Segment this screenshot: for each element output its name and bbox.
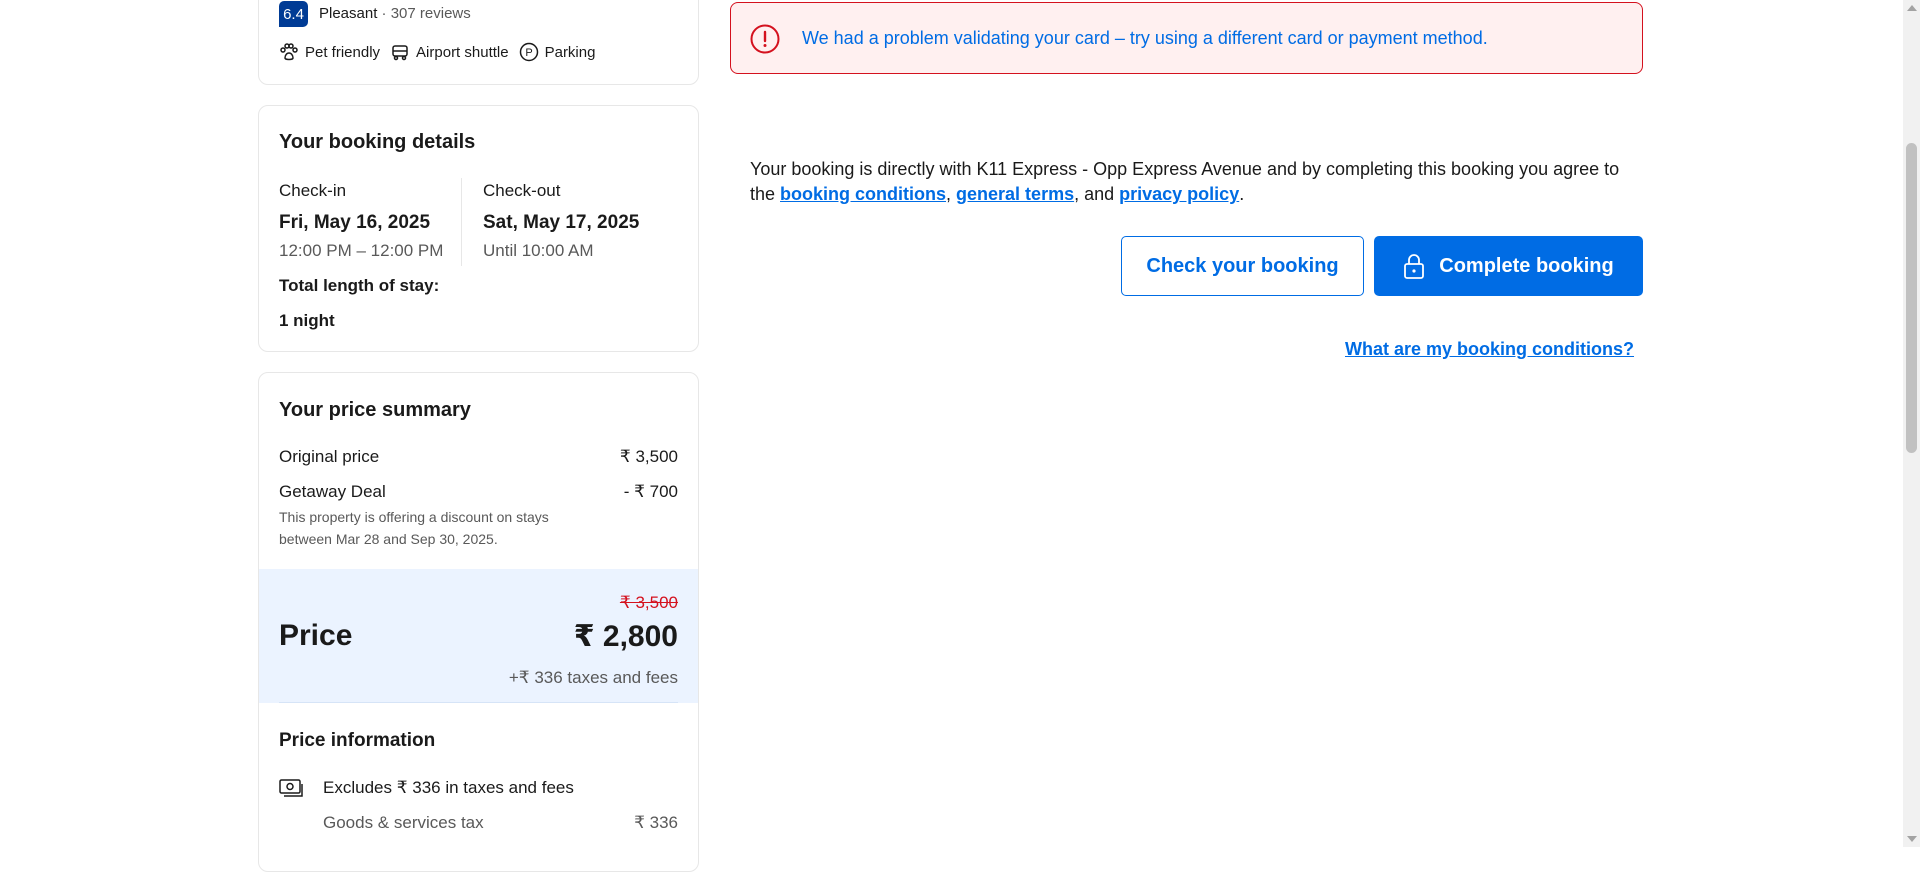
svg-text:P: P: [525, 47, 532, 59]
getaway-deal-note: This property is offering a discount on …: [279, 509, 549, 547]
checkin-time: 12:00 PM – 12:00 PM: [279, 241, 444, 260]
price-summary-card: Your price summary Original price ₹ 3,50…: [258, 372, 699, 872]
booking-details-card: Your booking details Check-in Fri, May 1…: [258, 105, 699, 352]
lock-icon: [1403, 252, 1425, 280]
rating-word: Pleasant: [319, 5, 378, 22]
gst-label: Goods & services tax: [323, 813, 484, 832]
checkin-checkout-divider: [461, 178, 462, 266]
check-your-booking-button[interactable]: Check your booking: [1121, 236, 1364, 296]
paw-icon: [279, 43, 299, 61]
original-price-value: ₹ 3,500: [619, 447, 678, 466]
stay-length-value: 1 night: [279, 311, 335, 330]
original-price-label: Original price: [279, 447, 380, 466]
booking-details-title: Your booking details: [279, 131, 476, 153]
price-label: Price: [279, 619, 353, 652]
money-icon: [279, 778, 305, 798]
facility-airport-shuttle: Airport shuttle: [416, 43, 509, 61]
price-summary-title: Your price summary: [279, 399, 471, 421]
taxes-and-fees: +₹ 336 taxes and fees: [508, 668, 678, 687]
privacy-policy-link[interactable]: privacy policy: [1119, 184, 1239, 204]
general-terms-link[interactable]: general terms: [956, 184, 1074, 204]
final-price: ₹ 2,800: [573, 620, 678, 653]
price-panel-divider: [279, 702, 678, 703]
scrollbar-thumb[interactable]: [1906, 143, 1917, 453]
check-your-booking-label: Check your booking: [1146, 254, 1339, 277]
scroll-up-arrow[interactable]: [1907, 5, 1917, 11]
complete-booking-button[interactable]: Complete booking: [1374, 236, 1643, 296]
price-information-title: Price information: [279, 730, 436, 751]
error-banner: We had a problem validating your card – …: [730, 2, 1643, 74]
getaway-deal-label: Getaway Deal: [279, 482, 386, 501]
price-total-panel: ₹ 3,500 Price ₹ 2,800 +₹ 336 taxes and f…: [259, 569, 698, 703]
booking-conditions-question-link[interactable]: What are my booking conditions?: [1345, 339, 1634, 360]
agreement-line-2: the booking conditions, general terms, a…: [750, 184, 1245, 204]
checkin-date: Fri, May 16, 2025: [279, 212, 431, 233]
facility-parking: Parking: [544, 43, 596, 61]
complete-booking-label: Complete booking: [1439, 254, 1614, 277]
review-count: 307 reviews: [390, 5, 471, 22]
gst-value: ₹ 336: [634, 813, 678, 832]
booking-agreement: Your booking is directly with K11 Expres…: [750, 157, 1630, 207]
error-message: We had a problem validating your card – …: [802, 28, 1488, 48]
scroll-down-arrow[interactable]: [1907, 836, 1917, 842]
error-icon: [750, 24, 780, 54]
getaway-deal-value: - ₹ 700: [623, 482, 678, 501]
shuttle-icon: [390, 43, 410, 61]
page-scrollbar[interactable]: [1903, 0, 1920, 847]
checkout-label: Check-out: [483, 181, 561, 200]
property-card: 6.4 Pleasant · 307 reviews Pet friendly …: [258, 0, 699, 85]
review-score-badge: 6.4: [279, 1, 308, 27]
checkout-time: Until 10:00 AM: [483, 241, 594, 260]
excludes-taxes-text: Excludes ₹ 336 in taxes and fees: [323, 778, 574, 797]
review-summary: Pleasant · 307 reviews: [319, 5, 471, 22]
booking-conditions-link[interactable]: booking conditions: [780, 184, 946, 204]
checkin-label: Check-in: [279, 181, 347, 200]
stay-length-label: Total length of stay:: [279, 276, 440, 295]
agreement-line-1: Your booking is directly with K11 Expres…: [750, 159, 1620, 179]
checkout-date: Sat, May 17, 2025: [483, 212, 640, 233]
facility-pet-friendly: Pet friendly: [305, 43, 381, 61]
strikethrough-price: ₹ 3,500: [619, 593, 678, 612]
facilities-list: Pet friendly Airport shuttle P Parking: [279, 42, 595, 62]
parking-icon: P: [519, 42, 539, 62]
